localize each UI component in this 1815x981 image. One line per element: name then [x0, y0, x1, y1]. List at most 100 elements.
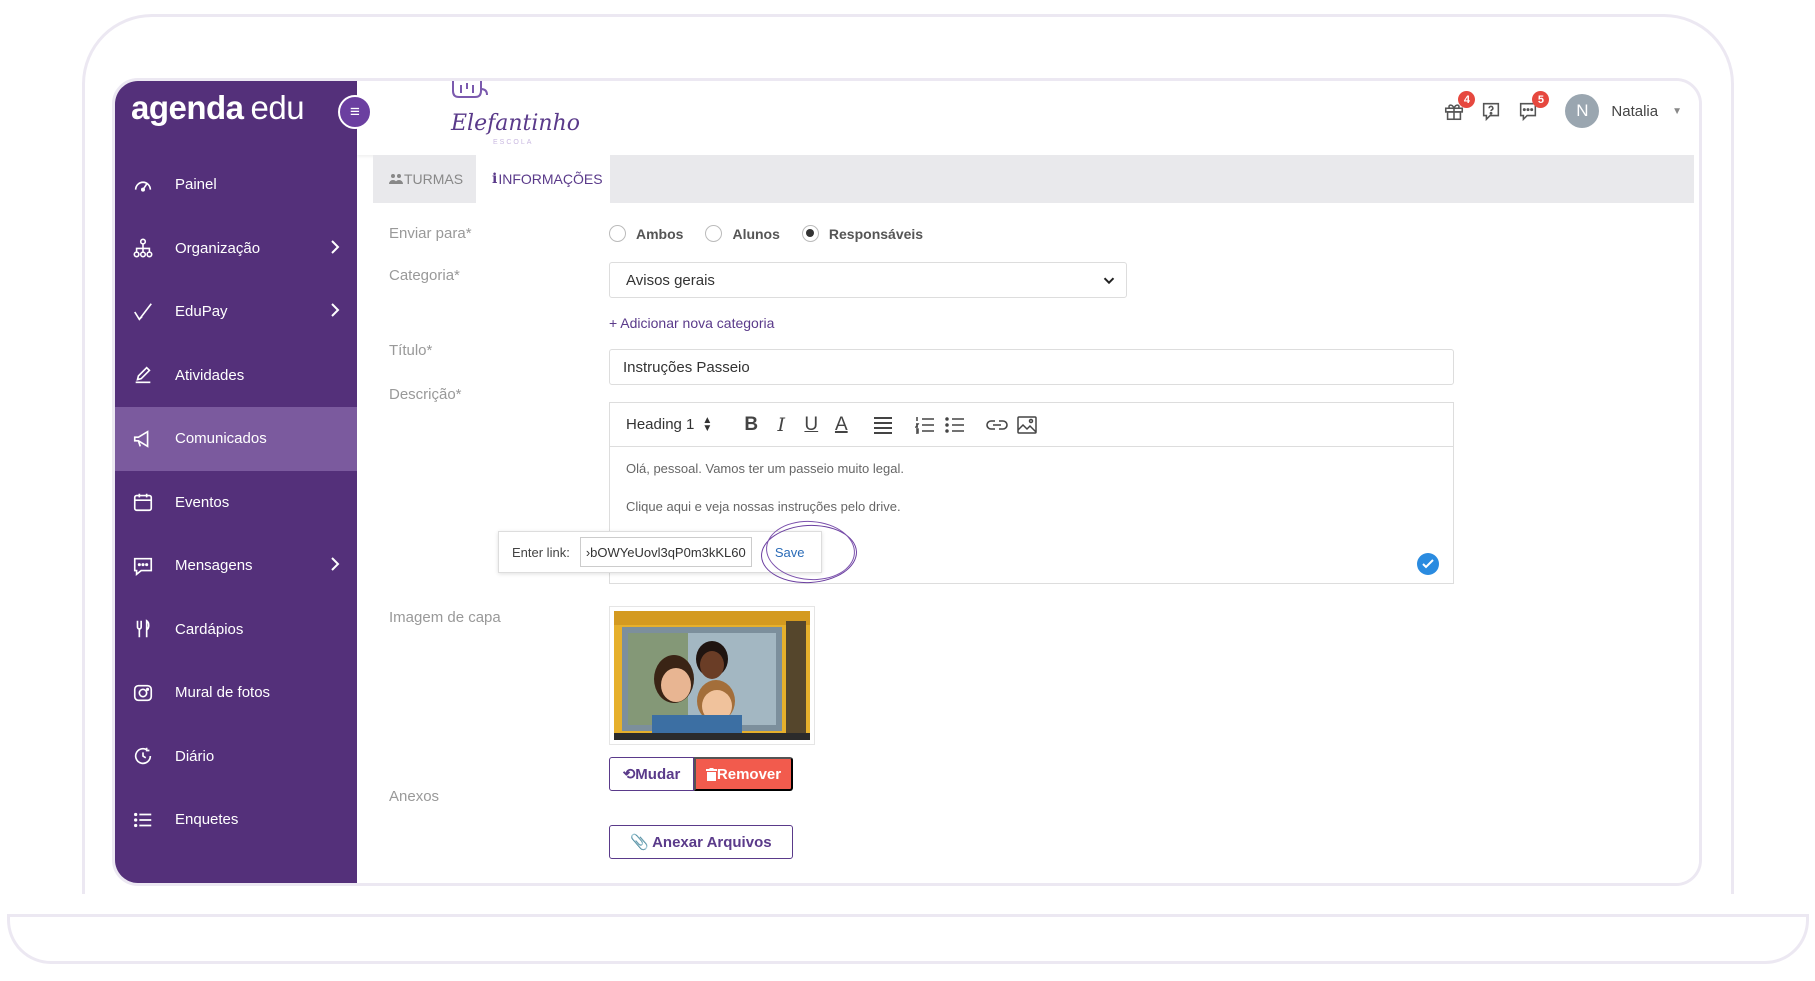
user-name[interactable]: Natalia [1611, 103, 1658, 120]
sidebar-item-mural-de-fotos[interactable]: Mural de fotos [115, 661, 357, 725]
school-name: Elefantinho [451, 111, 581, 136]
pencil-icon [131, 363, 155, 387]
gift-button[interactable]: 4 [1441, 91, 1476, 124]
top-header: Elefantinho ESCOLA 4 5 N Natalia ▼ [357, 81, 1699, 155]
bold-icon: B [744, 413, 759, 435]
sidebar-item-edupay[interactable]: EduPay [115, 280, 357, 344]
radio-responsaveis[interactable]: Responsáveis [801, 225, 924, 242]
italic-button[interactable]: I [770, 413, 792, 437]
title-value: Instruções Passeio [623, 358, 750, 376]
image-button[interactable] [1016, 413, 1038, 437]
attach-files-button[interactable]: 📎 Anexar Arquivos [609, 825, 793, 859]
clock-icon [131, 744, 155, 768]
menu-toggle-button[interactable]: ≡ [338, 95, 372, 129]
category-select[interactable]: Avisos gerais [609, 262, 1127, 298]
bold-button[interactable]: B [740, 413, 762, 437]
chevron-right-icon [331, 303, 340, 317]
list-icon [131, 808, 155, 832]
sidebar-item-label: Enquetes [175, 811, 239, 829]
tab-informacoes[interactable]: i INFORMAÇÕES [476, 155, 610, 203]
check-pen-icon [131, 300, 155, 324]
link-input[interactable]: ›bOWYeUovl3qP0m3kKL60 [579, 537, 752, 567]
underline-button[interactable]: U [800, 413, 822, 437]
heading-select[interactable]: Heading 1 ▲ ▼ [626, 414, 713, 434]
button-label: Anexar Arquivos [652, 833, 772, 851]
link-button[interactable] [986, 413, 1009, 437]
sidebar-item-label: Comunicados [175, 430, 267, 448]
sidebar-item-label: Organização [175, 239, 261, 257]
ordered-list-button[interactable] [914, 413, 936, 437]
sidebar-item-label: Eventos [175, 493, 230, 511]
camera-icon [131, 681, 155, 705]
sidebar-item-eventos[interactable]: Eventos [115, 471, 357, 535]
sidebar-item-comunicados[interactable]: Comunicados [115, 407, 357, 471]
app-window: agenda edu Painel Organização EduPay Ati… [112, 78, 1702, 886]
text-color-button[interactable]: A [830, 413, 852, 437]
help-button[interactable] [1478, 98, 1504, 124]
button-label: Remover [716, 765, 782, 783]
sidebar: agenda edu Painel Organização EduPay Ati… [115, 81, 357, 883]
bullet-list-button[interactable] [944, 413, 966, 437]
attachments-label: Anexos [389, 788, 440, 805]
sidebar-item-diario[interactable]: Diário [115, 725, 357, 789]
change-image-button[interactable]: ⟲ Mudar [609, 757, 694, 791]
radio-circle [609, 225, 626, 242]
cover-image [609, 606, 815, 745]
radio-ambos[interactable]: Ambos [609, 225, 683, 242]
sidebar-item-atividades[interactable]: Atividades [115, 344, 357, 408]
sidebar-item-label: Mural de fotos [175, 684, 271, 702]
sidebar-item-mensagens[interactable]: Mensagens [115, 534, 357, 598]
editor-line: Olá, pessoal. Vamos ter um passeio muito… [626, 461, 904, 476]
radio-label: Ambos [636, 225, 684, 242]
chevron-right-icon [331, 557, 340, 571]
radio-circle [705, 225, 723, 242]
sidebar-item-painel[interactable]: Painel [115, 153, 357, 217]
remove-image-button[interactable]: Remover [694, 757, 793, 791]
ordered-list-icon [915, 416, 935, 434]
tab-label: TURMAS [404, 171, 464, 187]
chat-icon [131, 554, 155, 578]
cover-photo [614, 611, 810, 740]
brand-logo[interactable]: agenda edu [131, 89, 305, 139]
undo-icon: ⟲ [622, 766, 636, 783]
sidebar-item-label: EduPay [175, 303, 228, 321]
avatar[interactable]: N [1565, 94, 1600, 128]
check-icon [1417, 553, 1439, 575]
sidebar-item-cardapios[interactable]: Cardápios [115, 598, 357, 662]
paperclip-icon: 📎 [630, 834, 650, 851]
align-button[interactable] [872, 413, 894, 437]
sidebar-item-organizacao[interactable]: Organização [115, 217, 357, 281]
stage: agenda edu Painel Organização EduPay Ati… [0, 0, 1815, 981]
header-actions: 4 5 N Natalia ▼ [1430, 91, 1682, 131]
heading-value: Heading 1 [626, 416, 695, 433]
radio-label: Responsáveis [828, 225, 924, 242]
sidebar-item-enquetes[interactable]: Enquetes [115, 788, 357, 852]
speedometer-icon [131, 173, 155, 197]
tab-bar: TURMAS i INFORMAÇÕES [373, 155, 1694, 203]
description-label: Descrição* [389, 386, 462, 403]
align-justify-icon [874, 416, 893, 434]
tab-turmas[interactable]: TURMAS [373, 155, 479, 203]
sidebar-nav: Painel Organização EduPay Atividades Com… [115, 153, 357, 852]
org-chart-icon [131, 236, 155, 260]
add-category-link[interactable]: + Adicionar nova categoria [609, 315, 774, 331]
info-icon: i [492, 171, 498, 187]
sidebar-item-label: Mensagens [175, 557, 253, 575]
chevron-down-icon [1103, 277, 1115, 285]
main-content: TURMAS i INFORMAÇÕES Enviar para* Ambos … [373, 155, 1699, 883]
school-logo[interactable]: Elefantinho ESCOLA [401, 81, 580, 151]
trash-icon [705, 767, 717, 781]
link-label: Enter link: [512, 544, 570, 560]
cover-image-label: Imagem de capa [389, 609, 501, 626]
caret-down-icon[interactable]: ▼ [1672, 106, 1682, 117]
updown-arrows-icon: ▲ ▼ [702, 414, 713, 434]
image-icon [1017, 415, 1038, 434]
title-label: Título* [389, 342, 433, 359]
radio-alunos[interactable]: Alunos [705, 225, 780, 242]
category-selected-value: Avisos gerais [626, 271, 715, 289]
megaphone-icon [131, 427, 155, 451]
messages-button[interactable]: 5 [1515, 91, 1550, 124]
italic-icon: I [777, 413, 786, 436]
logo-text-edu: edu [250, 89, 305, 126]
title-input[interactable]: Instruções Passeio [609, 349, 1454, 385]
